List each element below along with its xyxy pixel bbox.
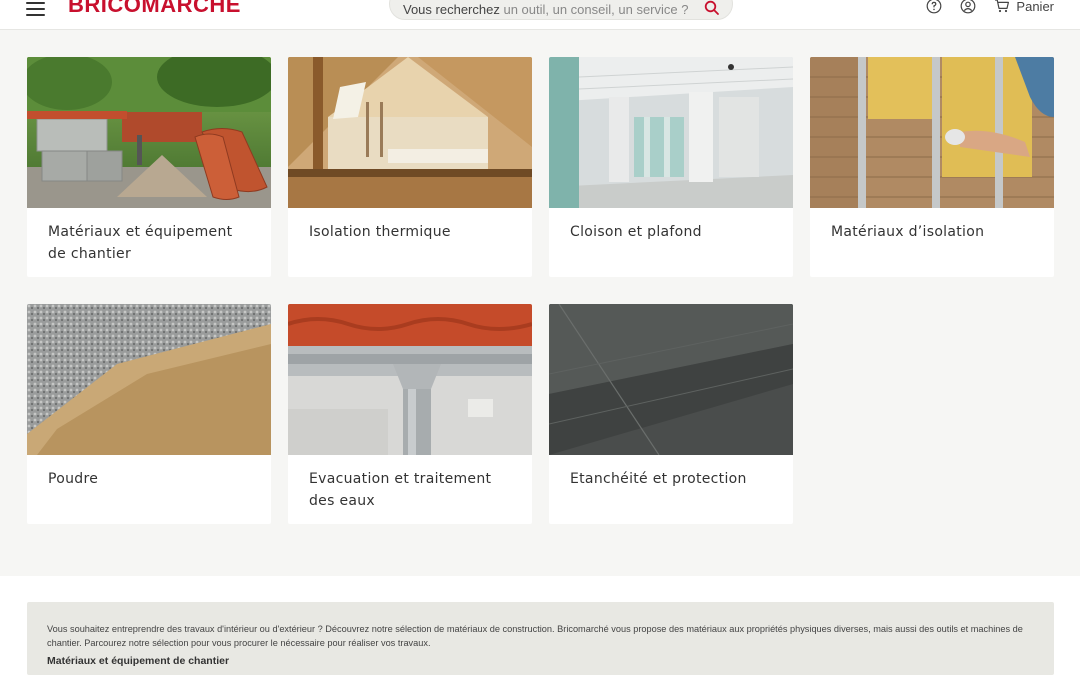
cart-button[interactable]: Panier [994, 0, 1054, 14]
category-label: Poudre [48, 471, 99, 487]
logo-suffix: MARCHE [141, 0, 241, 17]
help-circle-icon[interactable] [926, 0, 942, 14]
category-label: Etanchéité et protection [570, 471, 747, 487]
category-card-materiaux-chantier[interactable]: Matériaux et équipement de chantier [27, 57, 271, 277]
logo-prefix: BRICO [68, 0, 142, 17]
site-header: BRICOMARCHE Vous recherchez un outil, un… [0, 0, 1080, 30]
cart-icon [995, 0, 1010, 13]
header-actions: Panier [926, 0, 1054, 15]
search-bar[interactable]: Vous recherchez un outil, un conseil, un… [389, 0, 733, 20]
drywall-room-image [549, 57, 793, 208]
construction-materials-image [27, 57, 271, 208]
site-logo[interactable]: BRICOMARCHE [68, 0, 241, 18]
category-card-etancheite-protection[interactable]: Etanchéité et protection [549, 304, 793, 524]
category-label: Matériaux d’isolation [831, 224, 985, 240]
category-label: Cloison et plafond [570, 224, 702, 240]
search-input[interactable]: Vous recherchez un outil, un conseil, un… [403, 2, 688, 17]
gravel-and-sand-image [27, 304, 271, 455]
seo-category-link[interactable]: Matériaux et équipement de chantier [47, 655, 229, 667]
category-card-materiaux-isolation[interactable]: Matériaux d’isolation [810, 57, 1054, 277]
insulated-attic-image [288, 57, 532, 208]
waterproof-membrane-image [549, 304, 793, 455]
insulation-installation-image [810, 57, 1054, 208]
search-placeholder-rest: un outil, un conseil, un service ? [503, 2, 689, 17]
hamburger-menu-icon[interactable] [26, 0, 48, 16]
seo-description-text: Vous souhaitez entreprendre des travaux … [47, 624, 1023, 648]
category-label: Evacuation et traitement des eaux [309, 471, 492, 509]
seo-description-box: Vous souhaitez entreprendre des travaux … [27, 602, 1054, 675]
gutter-downpipe-image [288, 304, 532, 455]
search-icon[interactable] [704, 0, 720, 16]
category-label: Matériaux et équipement de chantier [48, 224, 233, 262]
cart-label: Panier [1016, 0, 1054, 14]
category-card-cloison-plafond[interactable]: Cloison et plafond [549, 57, 793, 277]
category-card-isolation-thermique[interactable]: Isolation thermique [288, 57, 532, 277]
category-card-poudre[interactable]: Poudre [27, 304, 271, 524]
category-card-evacuation-eaux[interactable]: Evacuation et traitement des eaux [288, 304, 532, 524]
user-icon[interactable] [960, 0, 976, 14]
search-placeholder-lead: Vous recherchez [403, 2, 500, 17]
category-label: Isolation thermique [309, 224, 451, 240]
